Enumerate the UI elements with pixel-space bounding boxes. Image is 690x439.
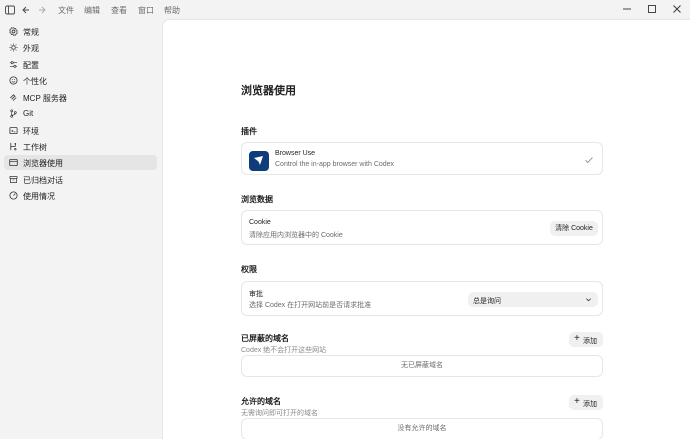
sidebar-item-label: MCP 服务器: [23, 94, 67, 103]
sidebar-item-label: 环境: [23, 127, 39, 136]
sidebar-item-environment[interactable]: 环境: [4, 123, 157, 138]
minimize-icon[interactable]: [622, 4, 632, 14]
plugin-card-browser-use[interactable]: Browser Use Control the in-app browser w…: [241, 142, 603, 175]
sidebar-item-label: Git: [23, 109, 34, 118]
archive-icon: [9, 175, 18, 184]
sidebar: 常规 外观 配置 个性化 MCP 服务器 Git 环境 工作树 浏览器使用 已归…: [0, 19, 162, 439]
approval-select-value: 总是询问: [473, 298, 501, 305]
section-title-blocked-domains: 已屏蔽的域名: [241, 334, 289, 343]
forward-arrow-icon[interactable]: [37, 5, 47, 15]
cookie-card: Cookie 清除应用内浏览器中的 Cookie 清除 Cookie: [241, 210, 603, 245]
sidebar-item-archived[interactable]: 已归档对话: [4, 172, 157, 187]
chevron-down-icon: [586, 298, 591, 302]
menu-help[interactable]: 帮助: [164, 5, 180, 16]
main-panel: 浏览器使用 插件 Browser Use Control the in-app …: [162, 19, 690, 439]
sidebar-item-browser-use[interactable]: 浏览器使用: [4, 155, 157, 170]
allowed-domains-empty: 没有允许的域名: [241, 418, 603, 439]
allowed-domains-description: 无需询问即可打开的域名: [241, 410, 318, 417]
gear-icon: [9, 27, 18, 36]
sidebar-item-label: 浏览器使用: [23, 159, 63, 168]
section-title-browsing-data: 浏览数据: [241, 195, 273, 204]
back-arrow-icon[interactable]: [21, 5, 31, 15]
sidebar-item-label: 外观: [23, 44, 39, 53]
gauge-icon: [9, 191, 18, 200]
git-icon: [10, 109, 17, 118]
page-title: 浏览器使用: [241, 85, 296, 97]
sidebar-item-worktree[interactable]: 工作树: [4, 139, 157, 154]
menu-edit[interactable]: 编辑: [84, 5, 100, 16]
cookie-description: 清除应用内浏览器中的 Cookie: [249, 232, 343, 239]
check-icon[interactable]: [584, 155, 594, 165]
blocked-domains-empty: 无已屏蔽域名: [241, 355, 603, 377]
sidebar-item-label: 常规: [23, 28, 39, 37]
title-bar: 文件 编辑 查看 窗口 帮助: [0, 0, 690, 19]
browser-icon: [9, 158, 18, 167]
sidebar-toggle-icon[interactable]: [5, 5, 15, 15]
menu-view[interactable]: 查看: [111, 5, 127, 16]
cloud-icon: [9, 126, 18, 135]
cookie-label: Cookie: [249, 219, 271, 226]
sidebar-item-config[interactable]: 配置: [4, 57, 157, 72]
plus-icon: +: [574, 396, 580, 407]
plus-icon: +: [574, 333, 580, 344]
menu-file[interactable]: 文件: [58, 5, 74, 16]
approval-card: 审批 选择 Codex 在打开网站前是否请求批准 总是询问: [241, 281, 603, 316]
browser-use-logo-icon: [249, 151, 269, 171]
close-icon[interactable]: [672, 4, 682, 14]
sidebar-item-label: 使用情况: [23, 192, 55, 201]
sliders-icon: [9, 61, 18, 68]
menu-window[interactable]: 窗口: [138, 5, 154, 16]
sidebar-item-mcp[interactable]: MCP 服务器: [4, 90, 157, 105]
sun-icon: [9, 43, 18, 52]
section-title-plugins: 插件: [241, 127, 257, 136]
sidebar-item-label: 已归档对话: [23, 176, 63, 185]
section-title-allowed-domains: 允许的域名: [241, 397, 281, 406]
add-allowed-domain-button[interactable]: + 添加: [569, 395, 603, 410]
worktree-icon: [10, 142, 17, 151]
sidebar-item-appearance[interactable]: 外观: [4, 40, 157, 55]
approval-select[interactable]: 总是询问: [468, 292, 598, 307]
smile-icon: [9, 76, 18, 85]
mcp-icon: [10, 94, 17, 101]
plugin-name: Browser Use: [275, 150, 316, 157]
sidebar-item-usage[interactable]: 使用情况: [4, 188, 157, 203]
plugin-description: Control the in-app browser with Codex: [275, 161, 395, 168]
sidebar-item-label: 工作树: [23, 143, 47, 152]
sidebar-item-label: 配置: [23, 61, 39, 70]
add-blocked-domain-button[interactable]: + 添加: [569, 332, 603, 347]
approval-label: 审批: [249, 291, 263, 298]
sidebar-item-general[interactable]: 常规: [4, 24, 157, 39]
sidebar-item-personalization[interactable]: 个性化: [4, 73, 157, 88]
clear-cookie-button[interactable]: 清除 Cookie: [550, 221, 598, 236]
add-label: 添加: [583, 401, 597, 408]
blocked-domains-description: Codex 绝不会打开这些网站: [241, 347, 327, 354]
maximize-icon[interactable]: [647, 4, 657, 14]
approval-description: 选择 Codex 在打开网站前是否请求批准: [249, 302, 372, 309]
sidebar-item-git[interactable]: Git: [4, 106, 157, 121]
section-title-permissions: 权限: [241, 265, 257, 274]
sidebar-item-label: 个性化: [23, 77, 47, 86]
add-label: 添加: [583, 338, 597, 345]
